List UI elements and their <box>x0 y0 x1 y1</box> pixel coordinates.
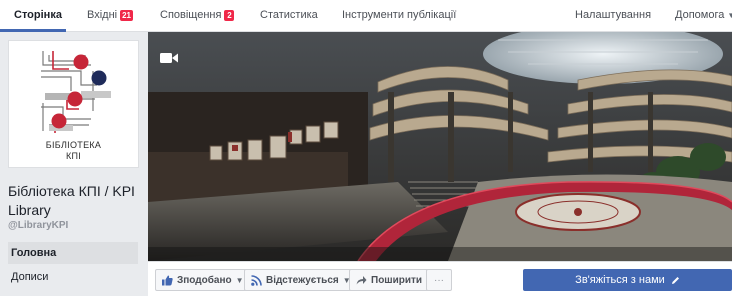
cover-panorama-image <box>148 32 732 261</box>
sidebar-item-label: Дописи <box>11 271 49 283</box>
following-button-label: Відстежується <box>266 274 339 286</box>
more-options-button[interactable]: ··· <box>426 269 452 291</box>
video-camera-icon <box>160 53 178 63</box>
sidebar-item-label: Головна <box>11 247 57 259</box>
tab-insights[interactable]: Статистика <box>260 9 318 21</box>
active-tab-indicator <box>0 29 66 32</box>
contact-us-button[interactable]: Зв'яжіться з нами <box>523 269 732 291</box>
page-admin-nav: Сторінка Вхідні 21 Сповіщення 2 Статисти… <box>0 0 732 32</box>
tab-publishing-tools[interactable]: Інструменти публікації <box>342 9 456 21</box>
camera-icon[interactable] <box>114 147 130 159</box>
tab-inbox[interactable]: Вхідні 21 <box>87 9 134 21</box>
page-action-bar: Зподобано ▼ Відстежується ▼ Поширити ···… <box>148 261 732 296</box>
share-arrow-icon <box>356 276 367 285</box>
tab-settings[interactable]: Налаштування <box>575 9 651 21</box>
tab-inbox-label: Вхідні <box>87 9 118 21</box>
liked-button[interactable]: Зподобано ▼ <box>155 269 251 291</box>
share-button[interactable]: Поширити <box>349 269 430 291</box>
more-options-icon: ··· <box>434 274 444 286</box>
following-button[interactable]: Відстежується ▼ <box>244 269 358 291</box>
page-username[interactable]: @LibraryKPI <box>8 220 68 231</box>
page-title[interactable]: Бібліотека КПІ / KPI Library <box>8 182 148 220</box>
liked-button-label: Зподобано <box>177 274 232 286</box>
help-menu[interactable]: Допомога ▼ <box>675 9 732 21</box>
tab-settings-label: Налаштування <box>575 9 652 21</box>
contact-us-label: Зв'яжіться з нами <box>575 274 665 286</box>
sidebar-item-home[interactable]: Головна <box>8 242 138 264</box>
tab-notifications[interactable]: Сповіщення 2 <box>160 9 235 21</box>
chevron-down-icon: ▼ <box>235 275 244 285</box>
share-button-label: Поширити <box>371 274 423 286</box>
help-menu-label: Допомога <box>675 9 725 21</box>
pencil-icon <box>671 276 679 284</box>
like-thumb-icon <box>162 275 173 285</box>
notifications-count-badge: 2 <box>224 9 235 21</box>
sidebar-item-posts[interactable]: Дописи <box>8 266 138 288</box>
tab-page-label: Сторінка <box>14 9 62 21</box>
tab-notifications-label: Сповіщення <box>160 9 222 21</box>
tab-page[interactable]: Сторінка <box>14 9 62 21</box>
tab-publishing-tools-label: Інструменти публікації <box>342 9 457 21</box>
inbox-count-badge: 21 <box>120 9 134 21</box>
chevron-down-icon: ▼ <box>727 10 732 20</box>
tab-insights-label: Статистика <box>260 9 318 21</box>
profile-picture[interactable]: БІБЛІОТЕКА КПІ <box>8 40 139 168</box>
cover-video[interactable] <box>148 32 732 261</box>
rss-follow-icon <box>251 274 262 286</box>
